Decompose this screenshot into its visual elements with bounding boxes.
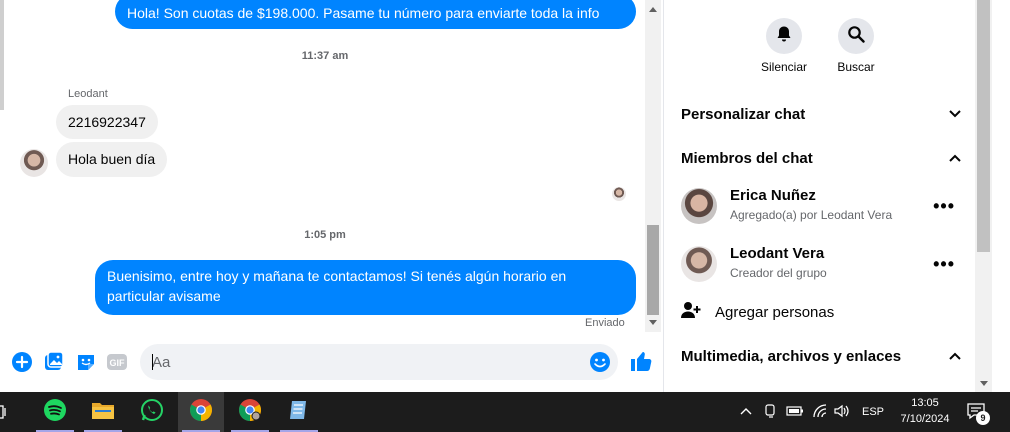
scroll-up-arrow[interactable]: [649, 7, 657, 12]
member-row[interactable]: Leodant Vera Creador del grupo •••: [681, 244, 963, 284]
section-title: Miembros del chat: [681, 149, 813, 167]
input-language[interactable]: ESP: [862, 406, 884, 418]
sender-avatar[interactable]: [20, 149, 48, 177]
bell-icon: [775, 25, 793, 48]
notification-center-button[interactable]: 9: [966, 402, 990, 426]
add-people-button[interactable]: Agregar personas: [681, 300, 834, 324]
section-title: Personalizar chat: [681, 105, 806, 123]
windows-taskbar: ESP 13:05 7/10/2024 9: [0, 392, 1010, 432]
member-avatar: [681, 188, 717, 224]
member-avatar: [681, 246, 717, 282]
task-view-button[interactable]: [0, 392, 16, 432]
clock-date: 7/10/2024: [900, 413, 950, 425]
meet-now-icon[interactable]: [764, 403, 778, 421]
read-receipt-avatar: [612, 187, 626, 201]
scroll-down-arrow[interactable]: [980, 381, 988, 386]
taskbar-app-whatsapp[interactable]: [129, 392, 175, 432]
mute-label: Silenciar: [760, 60, 808, 74]
member-subtitle: Creador del grupo: [730, 266, 827, 280]
message-composer: GIF: [0, 340, 663, 384]
message-outgoing: Buenisimo, entre hoy y mañana te contact…: [95, 260, 636, 315]
search-action[interactable]: Buscar: [826, 18, 886, 74]
clock-time: 13:05: [911, 397, 939, 409]
taskbar-app-notes[interactable]: [276, 392, 322, 432]
chrome-icon: [238, 398, 262, 427]
section-title: Multimedia, archivos y enlaces: [681, 347, 902, 365]
chat-pane: Hola! Son cuotas de $198.000. Pasame tu …: [0, 0, 663, 392]
message-incoming: 2216922347: [56, 105, 158, 139]
mute-action[interactable]: Silenciar: [754, 18, 814, 74]
sender-name: Leodant: [68, 88, 108, 100]
member-subtitle: Agregado(a) por Leodant Vera: [730, 208, 893, 222]
more-options-icon[interactable]: •••: [933, 254, 955, 275]
chat-members-section[interactable]: Miembros del chat: [681, 146, 963, 170]
panel-scrollbar[interactable]: [975, 0, 992, 392]
conversation-info-panel: Silenciar Buscar Personalizar chat Miemb…: [663, 0, 1010, 392]
timestamp: 1:05 pm: [304, 229, 346, 241]
mute-button[interactable]: [766, 18, 802, 54]
spotify-icon: [43, 398, 67, 427]
avatar-image: [681, 246, 717, 282]
add-person-icon: [681, 301, 701, 324]
message-text: particular avisame: [107, 288, 221, 304]
whatsapp-icon: [140, 398, 164, 427]
gif-icon[interactable]: GIF: [106, 351, 128, 373]
avatar-image: [612, 187, 626, 201]
message-outgoing: Hola! Son cuotas de $198.000. Pasame tu …: [115, 0, 636, 29]
notepad-icon: [287, 398, 311, 427]
battery-icon[interactable]: [786, 405, 804, 420]
message-text: 2216922347: [68, 114, 146, 130]
add-people-label: Agregar personas: [715, 303, 835, 321]
taskbar-app-spotify[interactable]: [32, 392, 78, 432]
taskbar-app-chrome[interactable]: [178, 392, 224, 432]
chevron-down-icon: [947, 106, 963, 122]
chat-scrollbar[interactable]: [645, 0, 661, 332]
scroll-thumb[interactable]: [647, 225, 659, 315]
timestamp: 11:37 am: [301, 50, 349, 62]
chevron-up-icon[interactable]: [740, 406, 752, 418]
notification-count-badge: 9: [976, 411, 990, 425]
search-icon: [847, 25, 865, 48]
more-options-icon[interactable]: •••: [933, 196, 955, 217]
text-caret: [152, 354, 153, 370]
media-files-links-section[interactable]: Multimedia, archivos y enlaces: [681, 344, 963, 368]
message-text: Hola buen día: [68, 151, 156, 167]
scroll-thumb[interactable]: [977, 0, 990, 252]
search-label: Buscar: [837, 60, 875, 74]
plus-icon[interactable]: [11, 351, 33, 373]
search-button[interactable]: [838, 18, 874, 54]
taskbar-app-chrome-profile-2[interactable]: [227, 392, 273, 432]
message-input[interactable]: [152, 352, 582, 372]
member-name: Leodant Vera: [730, 245, 825, 262]
chevron-up-icon: [947, 150, 963, 166]
customize-chat-section[interactable]: Personalizar chat: [681, 102, 963, 126]
message-text: Buenisimo, entre hoy y mañana te contact…: [107, 268, 567, 284]
window-edge: [992, 0, 1010, 392]
chrome-icon: [189, 398, 213, 427]
taskbar-clock[interactable]: 13:05 7/10/2024: [893, 395, 957, 427]
taskbar-app-file-explorer[interactable]: [80, 392, 126, 432]
member-name: Erica Nuñez: [730, 187, 816, 204]
avatar-image: [681, 188, 717, 224]
wifi-icon[interactable]: [812, 403, 828, 421]
message-incoming: Hola buen día: [56, 142, 168, 177]
volume-icon[interactable]: [834, 404, 850, 421]
like-icon[interactable]: [629, 349, 653, 373]
folder-icon: [91, 399, 115, 426]
avatar-image: [20, 149, 48, 177]
photo-icon[interactable]: [43, 351, 65, 373]
emoji-icon[interactable]: [589, 351, 611, 373]
scroll-down-arrow[interactable]: [649, 320, 657, 325]
system-tray: ESP: [740, 392, 884, 432]
member-row[interactable]: Erica Nuñez Agregado(a) por Leodant Vera…: [681, 186, 963, 226]
sticker-icon[interactable]: [75, 351, 97, 373]
message-input-box[interactable]: [140, 344, 618, 380]
chevron-up-icon: [947, 348, 963, 364]
message-status: Enviado: [585, 317, 625, 329]
message-text: Hola! Son cuotas de $198.000. Pasame tu …: [127, 5, 600, 21]
svg-text:GIF: GIF: [110, 358, 126, 368]
